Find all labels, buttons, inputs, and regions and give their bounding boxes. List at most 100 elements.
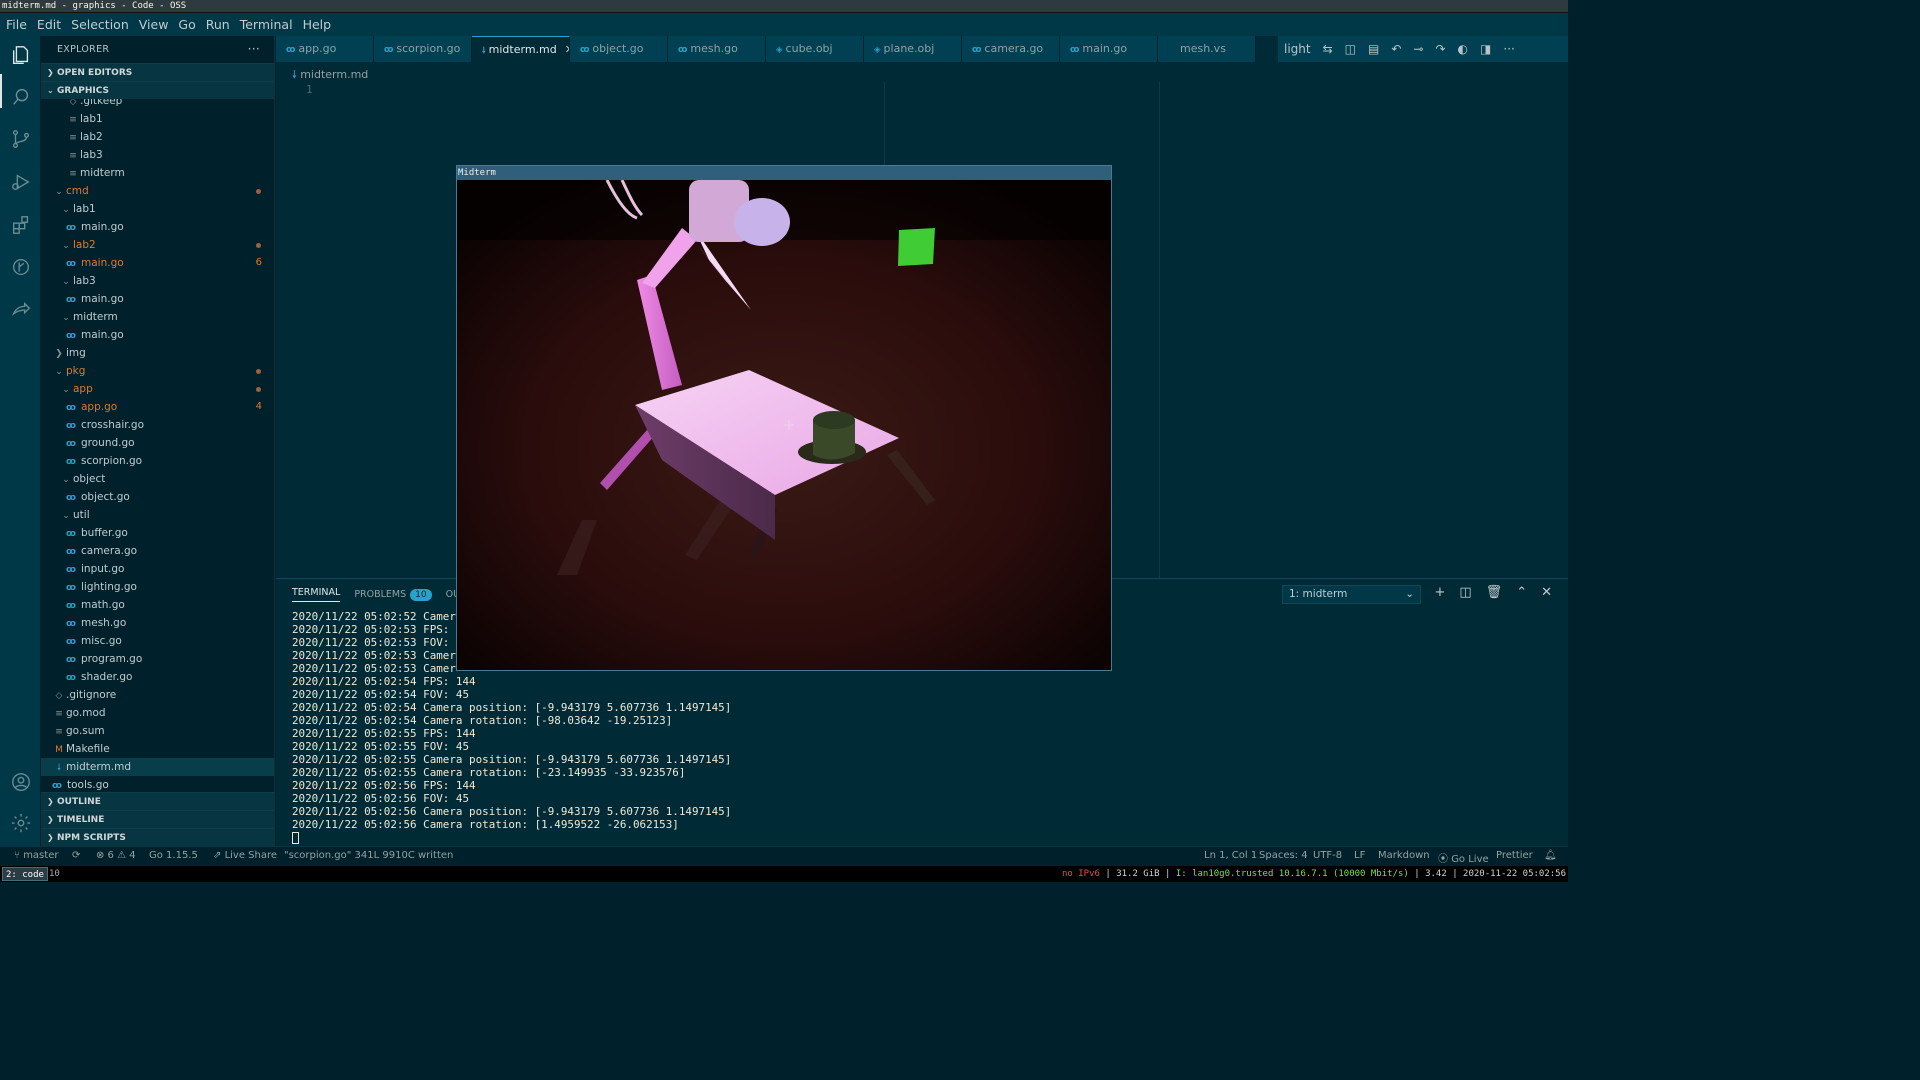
open-editors-section[interactable]: ❯ OPEN EDITORS [41, 63, 274, 81]
tree-item[interactable]: ꝏ ground.go [41, 434, 274, 452]
tree-item[interactable]: ꝏ tools.go [41, 776, 274, 791]
tree-item[interactable]: ≡ lab3 [41, 146, 274, 164]
tree-item[interactable]: ≡ lab2 [41, 128, 274, 146]
tree-item[interactable]: ꝏ camera.go [41, 542, 274, 560]
tree-item[interactable]: ≡ midterm [41, 164, 274, 182]
tab-terminal[interactable]: TERMINAL [292, 587, 341, 602]
tree-item[interactable]: ꝏ input.go [41, 560, 274, 578]
explorer-icon[interactable] [10, 44, 32, 66]
problems-status[interactable]: ⊗ 6 ⚠ 4 [96, 850, 136, 861]
workspace-active[interactable]: 2: code [2, 867, 48, 881]
menu-selection[interactable]: Selection [71, 17, 129, 32]
tree-item[interactable]: ⌄ app [41, 380, 274, 398]
maximize-panel-icon[interactable]: ⌃ [1516, 585, 1527, 600]
menu-help[interactable]: Help [303, 17, 332, 32]
trash-icon[interactable]: 🗑 [1486, 585, 1503, 600]
prettier-status[interactable]: Prettier [1496, 850, 1533, 861]
tree-item[interactable]: ꝏ app.go 4 [41, 398, 274, 416]
more-icon[interactable]: ··· [1503, 42, 1514, 56]
split-editor-icon[interactable]: ◨ [1480, 42, 1491, 56]
eol[interactable]: LF [1354, 850, 1365, 861]
go-live-status[interactable]: ⦿ Go Live [1438, 850, 1489, 865]
sync-icon[interactable]: ⟳ [72, 850, 80, 861]
source-control-icon[interactable] [10, 128, 32, 150]
tree-item[interactable]: ꝏ crosshair.go [41, 416, 274, 434]
editor-tab[interactable]: ꝏ camera.go [962, 36, 1060, 62]
terminal-select[interactable]: 1: midterm ⌄ [1282, 585, 1421, 604]
tree-item[interactable]: ꝏ misc.go [41, 632, 274, 650]
editor-tab[interactable]: ꝏ app.go [276, 36, 374, 62]
go-back-icon[interactable]: ↶ [1391, 42, 1401, 56]
tree-item[interactable]: M Makefile [41, 740, 274, 758]
go-version[interactable]: Go 1.15.5 [149, 850, 198, 861]
breadcrumb[interactable]: 🠗 midterm.md [292, 66, 368, 85]
new-terminal-icon[interactable]: + [1434, 585, 1445, 600]
toggle-icon[interactable]: ◐ [1458, 42, 1468, 56]
editor-tab[interactable]: ꝏ scorpion.go [374, 36, 472, 62]
midterm-gl-window[interactable]: Midterm [456, 165, 1112, 671]
npm-scripts-section[interactable]: ❯ NPM SCRIPTS [41, 828, 274, 846]
menu-view[interactable]: View [139, 17, 169, 32]
tree-item[interactable]: ꝏ main.go 6 [41, 254, 274, 272]
editor-tab[interactable]: ◈ plane.obj [864, 36, 962, 62]
tree-item[interactable]: ꝏ object.go [41, 488, 274, 506]
tree-item[interactable]: 🠗 midterm.md [41, 758, 274, 776]
timeline-section[interactable]: ❯ TIMELINE [41, 810, 274, 828]
menu-edit[interactable]: Edit [37, 17, 61, 32]
tree-item[interactable]: ꝏ scorpion.go [41, 452, 274, 470]
tree-item[interactable]: ⌄ midterm [41, 308, 274, 326]
tree-item[interactable]: ≡ go.mod [41, 704, 274, 722]
more-actions-icon[interactable]: ··· [248, 36, 260, 63]
tree-item[interactable]: ⌄ lab1 [41, 200, 274, 218]
tree-item[interactable]: ❯ img [41, 344, 274, 362]
language-mode[interactable]: Markdown [1378, 850, 1430, 861]
tab-problems[interactable]: PROBLEMS [354, 589, 406, 600]
live-share-icon[interactable] [10, 299, 32, 321]
accounts-icon[interactable] [10, 771, 32, 793]
settings-gear-icon[interactable] [10, 812, 32, 834]
git-graph-icon[interactable] [10, 256, 32, 278]
search-icon[interactable] [10, 86, 32, 108]
outline-section[interactable]: ❯ OUTLINE [41, 792, 274, 810]
tree-item[interactable]: ꝏ main.go [41, 218, 274, 236]
workspace-other[interactable]: 10 [46, 867, 63, 881]
editor-tab[interactable]: ◈ cube.obj [766, 36, 864, 62]
cursor-position[interactable]: Ln 1, Col 1 [1204, 850, 1257, 861]
gl-window-title[interactable]: Midterm [457, 166, 1111, 180]
menu-go[interactable]: Go [178, 17, 195, 32]
encoding[interactable]: UTF-8 [1313, 850, 1342, 861]
tree-item[interactable]: ⌄ pkg [41, 362, 274, 380]
tree-item[interactable]: ꝏ mesh.go [41, 614, 274, 632]
run-debug-icon[interactable] [10, 171, 32, 193]
menu-run[interactable]: Run [206, 17, 230, 32]
git-commit-icon[interactable]: ⊸ [1413, 42, 1423, 56]
editor-tab[interactable]: ꝏ main.go [1060, 36, 1158, 62]
tree-item[interactable]: ◇ .gitignore [41, 686, 274, 704]
menu-terminal[interactable]: Terminal [240, 17, 293, 32]
compare-icon[interactable]: ⇆ [1323, 42, 1333, 56]
tree-item[interactable]: ꝏ math.go [41, 596, 274, 614]
tree-item[interactable]: ⌄ cmd [41, 182, 274, 200]
tree-item[interactable]: ⌄ util [41, 506, 274, 524]
tab-overflow-label[interactable]: light [1284, 42, 1311, 56]
go-forward-icon[interactable]: ↷ [1435, 42, 1445, 56]
notifications-bell-icon[interactable]: 🔔︎ [1544, 850, 1557, 861]
tree-item[interactable]: ꝏ shader.go [41, 668, 274, 686]
split-terminal-icon[interactable]: ◫ [1459, 585, 1471, 600]
tree-item[interactable]: ⌄ lab3 [41, 272, 274, 290]
tree-item[interactable]: ≡ go.sum [41, 722, 274, 740]
editor-tab[interactable]: mesh.vs [1158, 36, 1256, 62]
indentation[interactable]: Spaces: 4 [1259, 850, 1308, 861]
live-share-status[interactable]: ⇗ Live Share [213, 850, 277, 861]
tree-item[interactable]: ꝏ main.go [41, 326, 274, 344]
tree-item[interactable]: ≡ lab1 [41, 110, 274, 128]
scene-render[interactable] [457, 180, 1111, 670]
editor-tab[interactable]: ꝏ object.go [570, 36, 668, 62]
editor-tab[interactable]: ꝏ mesh.go [668, 36, 766, 62]
menu-file[interactable]: File [6, 17, 27, 32]
tree-item[interactable]: ⌄ object [41, 470, 274, 488]
branch-status[interactable]: ⑂ master [14, 850, 58, 861]
preview-icon[interactable]: ◫ [1345, 42, 1356, 56]
tree-item[interactable]: ⌄ lab2 [41, 236, 274, 254]
tree-item[interactable]: ꝏ main.go [41, 290, 274, 308]
